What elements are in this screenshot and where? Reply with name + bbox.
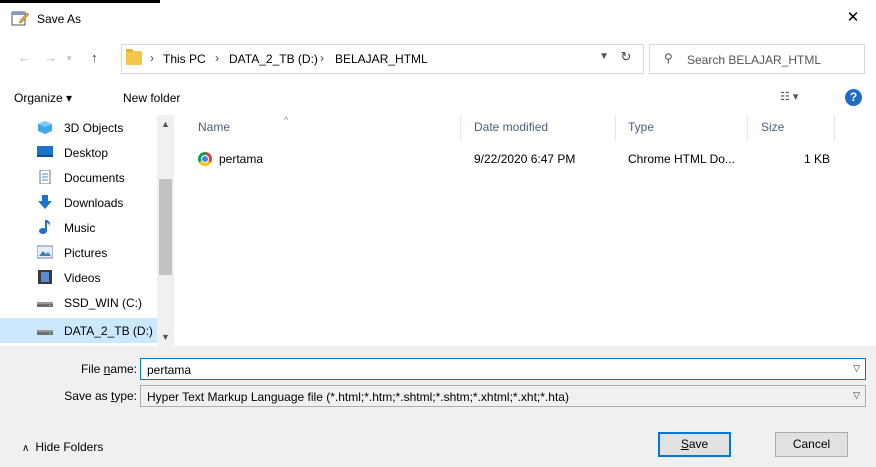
sidebar-item-pictures[interactable]: Pictures: [0, 240, 157, 265]
column-divider[interactable]: [460, 115, 461, 141]
sidebar-item-label: Music: [64, 221, 96, 235]
accelerator-key: S: [680, 437, 689, 451]
file-name-input[interactable]: pertama ▽: [140, 358, 866, 380]
file-name-label: File name:: [81, 362, 137, 376]
breadcrumb-this-pc[interactable]: This PC: [163, 52, 206, 66]
scroll-up-icon[interactable]: ▲: [161, 119, 170, 129]
column-divider[interactable]: [834, 115, 835, 141]
search-box[interactable]: ⚲ Search BELAJAR_HTML: [649, 44, 865, 74]
forward-arrow-icon[interactable]: →: [44, 50, 57, 65]
sidebar-item-data-2-tb[interactable]: DATA_2_TB (D:): [0, 318, 157, 343]
up-arrow-icon[interactable]: ↑: [91, 50, 98, 65]
sort-ascending-icon: ^: [284, 115, 289, 125]
pictures-icon: [37, 245, 53, 259]
breadcrumb-belajar-html[interactable]: BELAJAR_HTML: [335, 52, 428, 66]
save-as-type-label: Save as type:: [64, 389, 137, 403]
table-row[interactable]: pertama 9/22/2020 6:47 PM Chrome HTML Do…: [192, 148, 832, 170]
sidebar-item-3d-objects[interactable]: 3D Objects: [0, 115, 157, 140]
organize-button[interactable]: Organize ▾: [14, 91, 72, 105]
sidebar-item-label: Videos: [64, 271, 101, 285]
file-name-value: pertama: [147, 363, 192, 377]
search-icon: ⚲: [664, 51, 673, 65]
sidebar-item-label: DATA_2_TB (D:): [64, 324, 153, 338]
sidebar-item-documents[interactable]: Documents: [0, 165, 157, 190]
sidebar-item-label: Downloads: [64, 196, 124, 210]
column-header-type[interactable]: Type: [628, 120, 654, 134]
refresh-icon[interactable]: ↻: [615, 49, 637, 65]
save-label: ave: [688, 437, 709, 451]
file-list[interactable]: ^ Name Date modified Type Size pertama 9…: [174, 115, 876, 346]
drive-icon: [37, 302, 53, 307]
sidebar-item-downloads[interactable]: Downloads: [0, 190, 157, 215]
sidebar-item-ssd-win[interactable]: SSD_WIN (C:): [0, 290, 157, 315]
column-header-date-modified[interactable]: Date modified: [474, 120, 548, 134]
help-icon[interactable]: ?: [845, 89, 862, 106]
label-text: ame:: [110, 362, 137, 376]
column-header-name[interactable]: Name: [198, 120, 230, 134]
downloads-icon: [38, 195, 52, 209]
view-options-icon[interactable]: ☷ ▾: [780, 90, 798, 103]
new-folder-button[interactable]: New folder: [123, 91, 180, 105]
chrome-icon: [198, 152, 212, 166]
folder-icon: [126, 49, 142, 65]
back-arrow-icon[interactable]: ←: [18, 50, 31, 65]
hide-folders-button[interactable]: ∧ Hide Folders: [22, 440, 103, 454]
sidebar-item-label: Documents: [64, 171, 125, 185]
sidebar-item-videos[interactable]: Videos: [0, 265, 157, 290]
cancel-button[interactable]: Cancel: [775, 432, 848, 457]
recent-locations-chevron-icon[interactable]: ▾: [67, 53, 72, 64]
breadcrumb-separator-icon[interactable]: ›: [150, 51, 154, 65]
chevron-down-icon[interactable]: ▽: [853, 363, 860, 374]
documents-icon: [39, 170, 51, 184]
nav-scrollbar[interactable]: ▲ ▼: [157, 115, 174, 346]
desktop-icon: [37, 146, 53, 157]
address-dropdown-icon[interactable]: ▼: [599, 51, 609, 62]
breadcrumb-separator-icon[interactable]: ›: [215, 51, 219, 65]
chevron-up-icon: ∧: [22, 443, 30, 454]
label-text: ype:: [114, 389, 137, 403]
file-name[interactable]: pertama: [219, 152, 263, 166]
sidebar-item-label: SSD_WIN (C:): [64, 296, 142, 310]
scroll-thumb[interactable]: [159, 179, 172, 275]
sidebar-item-desktop[interactable]: Desktop: [0, 140, 157, 165]
navigation-pane[interactable]: 3D Objects Desktop Documents Downloads M…: [0, 115, 174, 346]
chevron-down-icon[interactable]: ▽: [853, 390, 860, 401]
file-date-modified: 9/22/2020 6:47 PM: [474, 152, 576, 166]
address-bar[interactable]: › This PC › DATA_2_TB (D:) › BELAJAR_HTM…: [121, 44, 644, 74]
column-header-size[interactable]: Size: [761, 120, 784, 134]
save-as-type-select[interactable]: Hyper Text Markup Language file (*.html;…: [140, 385, 866, 407]
sidebar-item-label: 3D Objects: [64, 121, 124, 135]
command-toolbar: Organize ▾ New folder ☷ ▾ ?: [0, 86, 876, 112]
sidebar-item-music[interactable]: Music: [0, 215, 157, 240]
scroll-down-icon[interactable]: ▼: [161, 332, 170, 342]
music-icon: [39, 220, 51, 234]
label-text: Save as: [64, 389, 111, 403]
breadcrumb-data-drive[interactable]: DATA_2_TB (D:): [229, 52, 318, 66]
label-text: File: [80, 362, 104, 376]
search-placeholder: Search BELAJAR_HTML: [687, 53, 822, 67]
drive-icon: [37, 330, 53, 335]
close-icon[interactable]: ✕: [830, 3, 876, 33]
save-as-dialog: Save As ✕ ← → ▾ ↑ › This PC › DATA_2_TB …: [0, 0, 876, 467]
address-row: ← → ▾ ↑ › This PC › DATA_2_TB (D:) › BEL…: [0, 42, 876, 76]
sidebar-item-label: Desktop: [64, 146, 109, 160]
save-button[interactable]: Save: [658, 432, 731, 457]
save-form-area: File name: pertama ▽ Save as type: Hyper…: [0, 346, 876, 467]
column-divider[interactable]: [747, 115, 748, 141]
window-title: Save As: [37, 12, 82, 26]
hide-folders-label: Hide Folders: [35, 440, 104, 454]
column-divider[interactable]: [615, 115, 616, 141]
save-as-type-value: Hyper Text Markup Language file (*.html;…: [147, 390, 569, 404]
notepad-save-icon: [11, 11, 29, 26]
videos-icon: [38, 270, 52, 284]
file-size: 1 KB: [804, 152, 831, 166]
sidebar-item-label: Pictures: [64, 246, 108, 260]
3d-objects-icon: [38, 121, 52, 134]
title-bar[interactable]: Save As ✕: [0, 3, 876, 33]
breadcrumb-separator-icon[interactable]: ›: [320, 51, 324, 65]
file-type: Chrome HTML Do...: [628, 152, 735, 166]
